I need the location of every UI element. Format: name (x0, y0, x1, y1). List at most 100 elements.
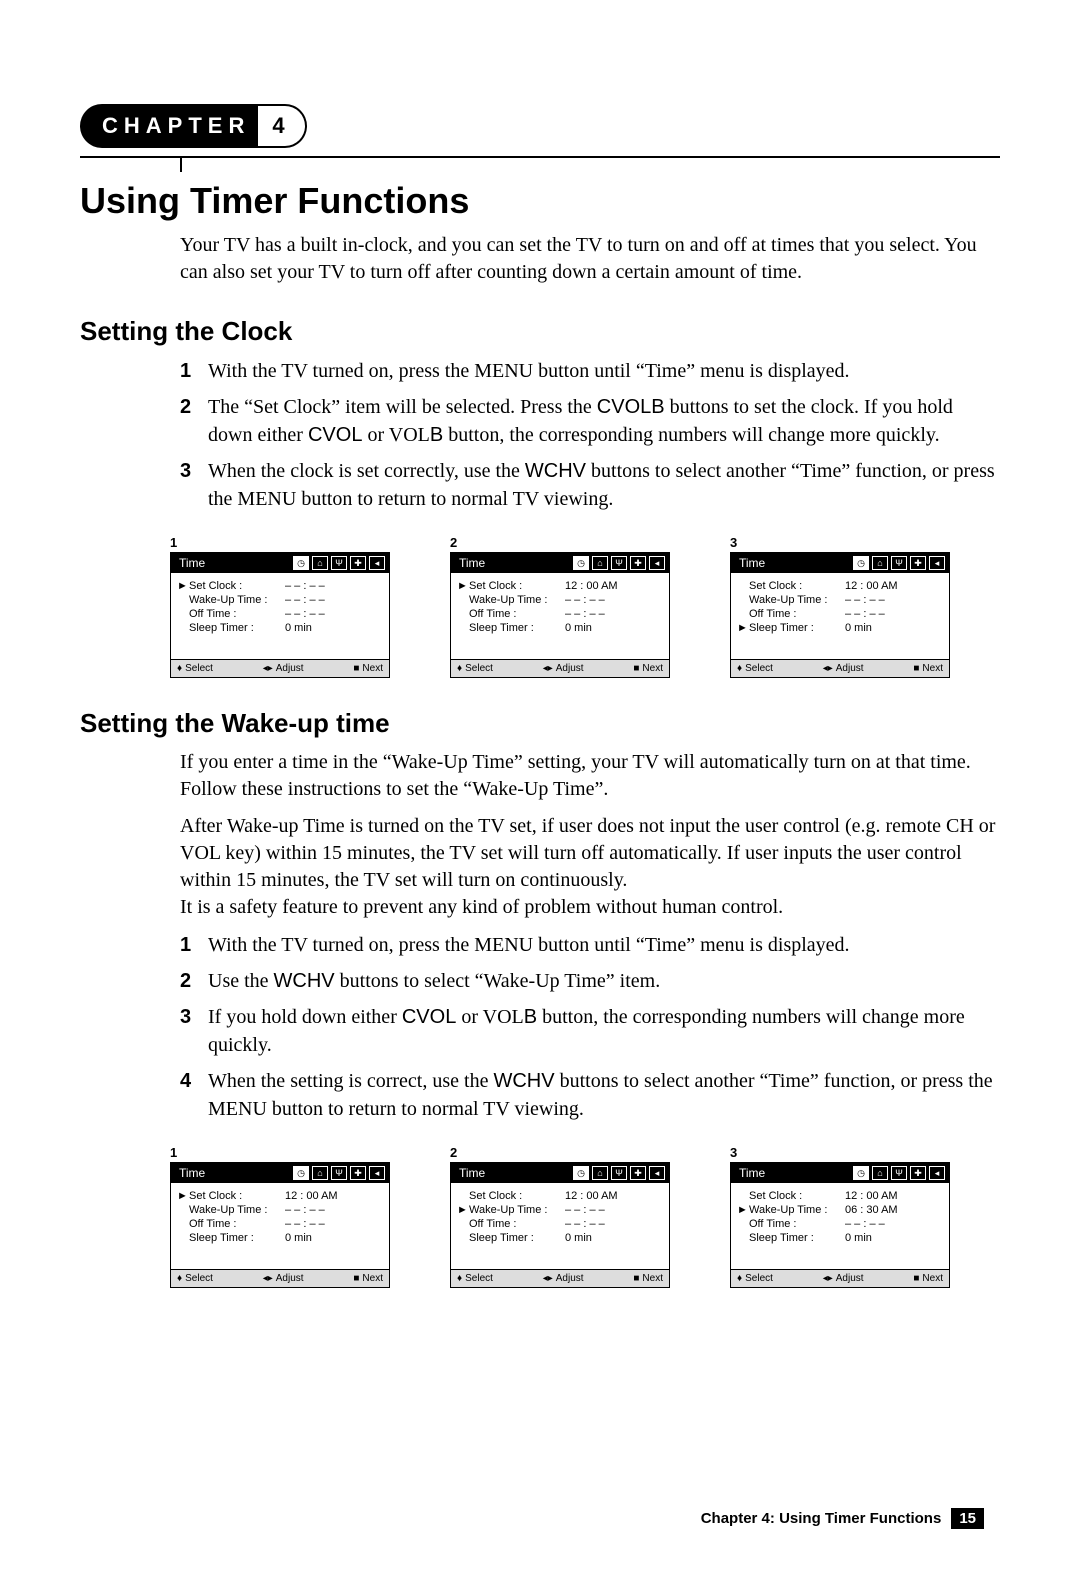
osd-footer-select: ♦Select (177, 663, 213, 674)
osd-footer: ♦Select ◂▸Adjust ■Next (451, 1269, 669, 1287)
chapter-badge: CHAPTER 4 (80, 104, 1000, 148)
osd-footer-select: ♦Select (737, 1273, 773, 1284)
osd-line: Wake-Up Time : – – : – – (177, 593, 383, 607)
ant-icon: Ψ (331, 556, 347, 570)
osd-field-label: Wake-Up Time : (469, 594, 561, 606)
osd-field-value: – – : – – (285, 580, 325, 592)
osd-field-value: – – : – – (565, 1204, 605, 1216)
plus-icon: ✚ (630, 556, 646, 570)
steps-wakeup: 1 With the TV turned on, press the MENU b… (180, 931, 1000, 1123)
osd-field-label: Sleep Timer : (469, 622, 561, 634)
osd-title: Time (175, 1166, 205, 1180)
osd-body: ► Set Clock : 12 : 00 AM Wake-Up Time : … (171, 1183, 389, 1269)
ant-icon: Ψ (331, 1166, 347, 1180)
osd-line: Set Clock : 12 : 00 AM (457, 1189, 663, 1203)
selector-icon: ► (177, 580, 185, 592)
osd-titlebar: Time ◷⌂Ψ✚◂ (731, 1163, 949, 1183)
horizontal-rule (80, 156, 1000, 158)
osd-panel: 3 Time ◷⌂Ψ✚◂ Set Clock : 12 : 00 AM Wake… (730, 535, 950, 678)
wakeup-paragraph-1: If you enter a time in the “Wake-Up Time… (180, 749, 1000, 803)
osd-line: Set Clock : 12 : 00 AM (737, 1189, 943, 1203)
osd-line: Wake-Up Time : – – : – – (457, 593, 663, 607)
plus-icon: ✚ (350, 556, 366, 570)
osd-field-label: Set Clock : (469, 1190, 561, 1202)
osd-field-value: – – : – – (565, 594, 605, 606)
osd-title: Time (175, 556, 205, 570)
osd-panel: 2 Time ◷⌂Ψ✚◂ Set Clock : 12 : 00 AM ► Wa… (450, 1145, 670, 1288)
osd-field-value: 12 : 00 AM (565, 1190, 618, 1202)
step-text: The “Set Clock” item will be selected. P… (208, 393, 1000, 449)
osd-icon-row: ◷⌂Ψ✚◂ (853, 1166, 945, 1180)
step-number: 3 (180, 457, 194, 513)
chapter-number: 4 (258, 104, 306, 148)
osd-footer-select: ♦Select (177, 1273, 213, 1284)
selector-icon: ► (457, 580, 465, 592)
osd-titlebar: Time ◷⌂Ψ✚◂ (451, 553, 669, 573)
step-text: Use the WCHV buttons to select “Wake-Up … (208, 967, 660, 995)
intro-paragraph: Your TV has a built in-clock, and you ca… (180, 232, 1000, 286)
speaker-icon: ◂ (369, 1166, 385, 1180)
clock-icon: ◷ (293, 556, 309, 570)
osd-title: Time (455, 1166, 485, 1180)
osd-panel: 1 Time ◷⌂Ψ✚◂ ► Set Clock : 12 : 00 AM Wa… (170, 1145, 390, 1288)
osd-title: Time (455, 556, 485, 570)
step-number: 1 (180, 357, 194, 385)
osd-line: Wake-Up Time : – – : – – (737, 593, 943, 607)
osd-panel: 1 Time ◷⌂Ψ✚◂ ► Set Clock : – – : – – Wak… (170, 535, 390, 678)
osd-step-number: 1 (170, 535, 390, 550)
osd-footer-next: ■Next (913, 1273, 943, 1284)
osd-body: Set Clock : 12 : 00 AM Wake-Up Time : – … (731, 573, 949, 659)
osd-field-label: Set Clock : (469, 580, 561, 592)
osd-field-value: 0 min (565, 1232, 592, 1244)
osd-footer-adjust: ◂▸Adjust (543, 663, 584, 674)
osd-field-label: Off Time : (749, 1218, 841, 1230)
osd-footer-adjust: ◂▸Adjust (263, 663, 304, 674)
osd-line: Off Time : – – : – – (457, 1217, 663, 1231)
selector-icon: ► (177, 1190, 185, 1202)
selector-icon: ► (737, 1204, 745, 1216)
osd-step-number: 3 (730, 1145, 950, 1160)
step-number: 1 (180, 931, 194, 959)
osd-icon-row: ◷⌂Ψ✚◂ (573, 556, 665, 570)
osd-window: Time ◷⌂Ψ✚◂ Set Clock : 12 : 00 AM ► Wake… (450, 1162, 670, 1288)
osd-footer-select: ♦Select (737, 663, 773, 674)
step: 3If you hold down either CVOL or VOLB bu… (180, 1003, 1000, 1059)
speaker-icon: ◂ (929, 556, 945, 570)
page: CHAPTER 4 Using Timer Functions Your TV … (0, 0, 1080, 1583)
step: 2The “Set Clock” item will be selected. … (180, 393, 1000, 449)
osd-title: Time (735, 556, 765, 570)
step-text: When the clock is set correctly, use the… (208, 457, 1000, 513)
selector-icon: ► (457, 1204, 465, 1216)
osd-line: Sleep Timer : 0 min (177, 621, 383, 635)
osd-footer: ♦Select ◂▸Adjust ■Next (171, 659, 389, 677)
osd-footer-adjust: ◂▸Adjust (823, 663, 864, 674)
step-text: With the TV turned on, press the MENU bu… (208, 931, 850, 959)
osd-footer-select: ♦Select (457, 663, 493, 674)
osd-row-wakeup: 1 Time ◷⌂Ψ✚◂ ► Set Clock : 12 : 00 AM Wa… (170, 1145, 950, 1288)
chapter-label: CHAPTER (80, 104, 258, 148)
osd-field-label: Off Time : (469, 1218, 561, 1230)
osd-panel: 3 Time ◷⌂Ψ✚◂ Set Clock : 12 : 00 AM ► Wa… (730, 1145, 950, 1288)
step: 4When the setting is correct, use the WC… (180, 1067, 1000, 1123)
osd-titlebar: Time ◷⌂Ψ✚◂ (731, 553, 949, 573)
osd-footer: ♦Select ◂▸Adjust ■Next (171, 1269, 389, 1287)
osd-field-value: – – : – – (565, 1218, 605, 1230)
step: 1 With the TV turned on, press the MENU b… (180, 931, 1000, 959)
osd-field-label: Off Time : (189, 1218, 281, 1230)
osd-line: Wake-Up Time : – – : – – (177, 1203, 383, 1217)
osd-line: ► Set Clock : 12 : 00 AM (457, 579, 663, 593)
osd-icon-row: ◷⌂Ψ✚◂ (293, 1166, 385, 1180)
osd-field-label: Set Clock : (189, 1190, 281, 1202)
osd-line: ► Wake-Up Time : – – : – – (457, 1203, 663, 1217)
osd-footer: ♦Select ◂▸Adjust ■Next (731, 1269, 949, 1287)
osd-field-value: – – : – – (845, 608, 885, 620)
osd-body: ► Set Clock : 12 : 00 AM Wake-Up Time : … (451, 573, 669, 659)
osd-footer-next: ■Next (633, 1273, 663, 1284)
clock-icon: ◷ (573, 1166, 589, 1180)
osd-line: ► Set Clock : – – : – – (177, 579, 383, 593)
osd-field-label: Off Time : (189, 608, 281, 620)
wakeup-paragraph-2: After Wake-up Time is turned on the TV s… (180, 813, 1000, 921)
ant-icon: Ψ (891, 556, 907, 570)
osd-window: Time ◷⌂Ψ✚◂ ► Set Clock : – – : – – Wake-… (170, 552, 390, 678)
osd-field-value: 12 : 00 AM (565, 580, 618, 592)
